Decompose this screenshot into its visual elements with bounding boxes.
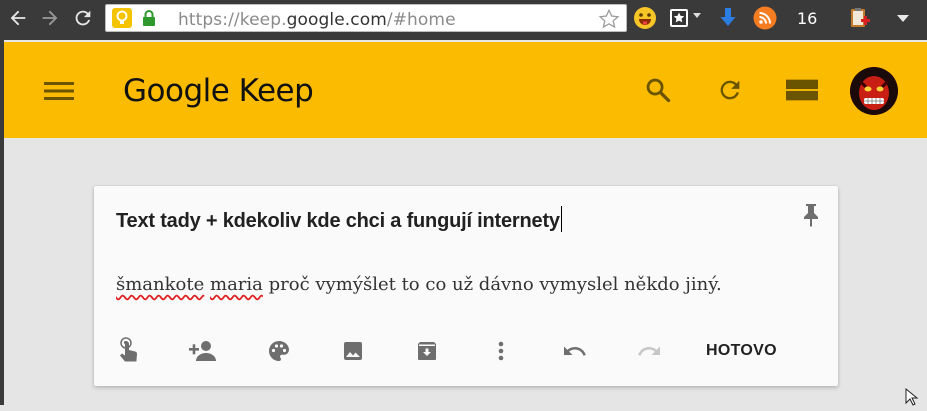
clipboard-add-icon[interactable] bbox=[846, 5, 872, 31]
palette-icon[interactable] bbox=[265, 337, 293, 365]
redo-icon bbox=[635, 337, 663, 365]
list-view-icon[interactable] bbox=[786, 74, 818, 106]
back-icon[interactable] bbox=[6, 6, 30, 30]
undo-icon[interactable] bbox=[561, 337, 589, 365]
note-card[interactable]: Text tady + kdekoliv kde chci a fungují … bbox=[94, 186, 838, 386]
note-title[interactable]: Text tady + kdekoliv kde chci a fungují … bbox=[116, 206, 562, 233]
mouse-cursor-icon bbox=[905, 387, 921, 411]
forward-icon[interactable] bbox=[38, 6, 62, 30]
note-body[interactable]: šmankote maria proč vymýšlet to co už dá… bbox=[116, 274, 722, 295]
reload-icon[interactable] bbox=[71, 6, 95, 30]
image-icon[interactable] bbox=[339, 337, 367, 365]
emoji-extension-icon[interactable] bbox=[632, 5, 658, 31]
app-title: Google Keep bbox=[123, 73, 314, 109]
bookmark-extension-icon[interactable] bbox=[666, 5, 692, 31]
app-header: Google Keep bbox=[4, 42, 927, 138]
rss-icon[interactable] bbox=[752, 5, 778, 31]
extension-count-badge: 16 bbox=[797, 9, 818, 28]
search-icon[interactable] bbox=[642, 74, 674, 106]
pin-icon[interactable] bbox=[800, 202, 822, 233]
url-text: https://keep.google.com/#home bbox=[178, 10, 456, 30]
browser-toolbar: https://keep.google.com/#home 16 bbox=[0, 0, 927, 40]
dropdown-arrow-icon[interactable] bbox=[693, 13, 701, 18]
refresh-icon[interactable] bbox=[714, 74, 746, 106]
browser-menu-icon[interactable] bbox=[890, 5, 916, 31]
archive-icon[interactable] bbox=[413, 337, 441, 365]
more-icon[interactable] bbox=[487, 337, 515, 365]
lock-icon bbox=[140, 9, 158, 32]
collaborator-icon[interactable] bbox=[189, 337, 217, 365]
text-caret bbox=[560, 206, 562, 232]
avatar[interactable] bbox=[850, 67, 898, 115]
address-bar[interactable]: https://keep.google.com/#home bbox=[105, 4, 627, 32]
bulb-icon[interactable] bbox=[112, 8, 132, 28]
reminder-icon[interactable] bbox=[116, 337, 144, 365]
star-icon[interactable] bbox=[598, 8, 620, 35]
menu-icon[interactable] bbox=[44, 80, 74, 107]
download-icon[interactable] bbox=[715, 5, 741, 31]
done-button[interactable]: HOTOVO bbox=[706, 342, 777, 360]
